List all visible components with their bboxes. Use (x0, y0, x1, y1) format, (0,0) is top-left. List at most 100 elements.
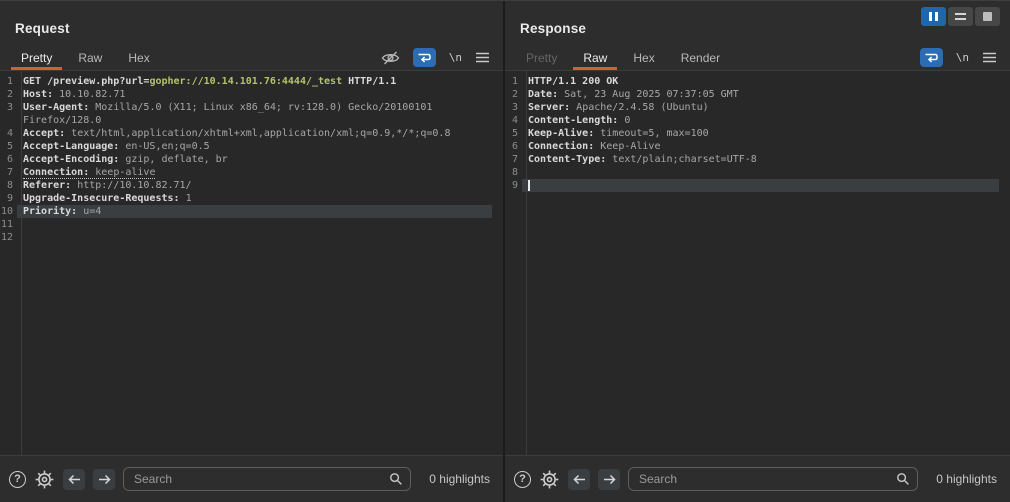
line-number: 12 (0, 232, 13, 243)
code-segment: Connection: (23, 167, 90, 178)
search-settings-gear-icon[interactable] (539, 469, 560, 490)
request-code: 1 GET /preview.php?url=gopher://10.14.101… (0, 75, 503, 244)
code-segment: Keep-Alive: (528, 128, 595, 139)
code-segment: Content-Type: (528, 154, 607, 165)
line-number: 8 (511, 167, 518, 178)
search-next-button[interactable] (93, 468, 115, 490)
code-segment: timeout=5, max=100 (594, 128, 709, 139)
search-next-button[interactable] (598, 468, 620, 490)
editor-menu-icon[interactable] (982, 51, 997, 64)
line-content (522, 166, 999, 179)
code-line: 5 Accept-Language: en-US,en;q=0.5 (0, 140, 503, 153)
newline-markers-toggle[interactable]: \n (449, 51, 462, 64)
tab-label: Pretty (21, 50, 53, 65)
line-content: Priority: u=4 (17, 205, 492, 218)
code-line: 9 (505, 179, 1010, 192)
pause-layout-button[interactable] (921, 7, 946, 26)
request-editor-toolbar: \n (381, 45, 503, 70)
line-content: Accept-Language: en-US,en;q=0.5 (17, 140, 492, 153)
line-number: 5 (6, 141, 13, 152)
search-previous-button[interactable] (63, 468, 85, 490)
tab-hex[interactable]: Hex (115, 45, 162, 70)
tab-hex[interactable]: Hex (620, 45, 667, 70)
search-settings-gear-icon[interactable] (34, 469, 55, 490)
word-wrap-toggle-icon[interactable] (919, 48, 943, 67)
code-segment: Referer: (23, 180, 72, 191)
line-number (0, 114, 17, 127)
line-number: 10 (0, 206, 13, 217)
code-line: 4 Content-Length: 0 (505, 114, 1010, 127)
code-segment: text/html,application/xhtml+xml,applicat… (65, 128, 451, 139)
highlights-count: 0 highlights (429, 472, 490, 486)
request-search-bar: ? Search 0 highlights (0, 455, 503, 502)
line-content: Host: 10.10.82.71 (17, 88, 492, 101)
line-content: Content-Length: 0 (522, 114, 999, 127)
code-segment: gopher://10.14.101.76:4444/_test (149, 76, 343, 87)
code-segment: GET /preview.php?url= (23, 76, 150, 87)
editor-menu-icon[interactable] (475, 51, 490, 64)
line-content: Upgrade-Insecure-Requests: 1 (17, 192, 492, 205)
line-number: 3 (511, 102, 518, 113)
code-line: Firefox/128.0 (0, 114, 503, 127)
gutter-divider (21, 71, 22, 455)
code-line: 6 Connection: Keep-Alive (505, 140, 1010, 153)
line-number: 2 (6, 89, 13, 100)
code-segment: gzip, deflate, br (119, 154, 228, 165)
code-segment: Upgrade-Insecure-Requests: (23, 193, 180, 204)
code-segment: Accept-Encoding: (23, 154, 120, 165)
code-segment: Mozilla/5.0 (X11; Linux x86_64; rv:128.0… (89, 102, 433, 113)
search-input[interactable] (628, 467, 919, 491)
request-title: Request (15, 21, 70, 36)
tab-label: Render (680, 50, 721, 65)
code-segment: u=4 (77, 206, 102, 217)
line-content: GET /preview.php?url=gopher://10.14.101.… (17, 75, 492, 88)
response-tabs: Pretty Raw Hex Render (513, 45, 733, 70)
code-segment: Date: (528, 89, 559, 100)
tab-pretty[interactable]: Pretty (8, 45, 65, 70)
code-line: 10 Priority: u=4 (0, 205, 503, 218)
search-previous-button[interactable] (568, 468, 590, 490)
tab-label: Hex (633, 50, 655, 65)
response-panel: Response Pretty Raw Hex Render \n 1 HTTP… (505, 1, 1010, 502)
code-segment: Accept-Language: (23, 141, 120, 152)
line-content: Accept: text/html,application/xhtml+xml,… (17, 127, 492, 140)
code-segment: Content-Length: (528, 115, 619, 126)
code-line: 12 (0, 231, 503, 244)
tab-render[interactable]: Render (668, 45, 733, 70)
code-line: 7 Content-Type: text/plain;charset=UTF-8 (505, 153, 1010, 166)
line-content: Keep-Alive: timeout=5, max=100 (522, 127, 999, 140)
line-number: 2 (511, 89, 518, 100)
help-icon[interactable]: ? (9, 470, 26, 488)
tab-label: Pretty (526, 50, 558, 65)
single-layout-button[interactable] (975, 7, 1000, 26)
square-icon (983, 12, 992, 21)
code-segment: Accept: (23, 128, 66, 139)
request-editor[interactable]: 1 GET /preview.php?url=gopher://10.14.101… (0, 71, 503, 455)
code-line: 2 Host: 10.10.82.71 (0, 88, 503, 101)
code-segment: Server: (528, 102, 571, 113)
tab-label: Raw (583, 50, 608, 65)
line-number: 7 (511, 154, 518, 165)
code-line: 9 Upgrade-Insecure-Requests: 1 (0, 192, 503, 205)
help-icon[interactable]: ? (514, 470, 531, 488)
search-field-wrapper (123, 467, 412, 491)
line-content: Connection: keep-alive (17, 166, 492, 179)
hide-nonprinting-eye-icon[interactable] (381, 50, 400, 66)
search-input[interactable] (123, 467, 412, 491)
rows-layout-button[interactable] (948, 7, 973, 26)
code-line: 1 GET /preview.php?url=gopher://10.14.101… (0, 75, 503, 88)
newline-markers-toggle[interactable]: \n (956, 51, 969, 64)
response-editor[interactable]: 1 HTTP/1.1 200 OK 2 Date: Sat, 23 Aug 2025 … (505, 71, 1010, 455)
line-number: 1 (511, 76, 518, 87)
search-magnifier-icon (896, 472, 910, 491)
code-segment: 0 (618, 115, 631, 126)
tab-raw[interactable]: Raw (65, 45, 115, 70)
word-wrap-toggle-icon[interactable] (412, 48, 436, 67)
response-code: 1 HTTP/1.1 200 OK 2 Date: Sat, 23 Aug 2025 … (505, 75, 1010, 192)
code-segment: 10.10.82.71 (53, 89, 126, 100)
code-segment: Firefox/128.0 (23, 115, 102, 126)
tab-raw[interactable]: Raw (570, 45, 620, 70)
code-segment: Sat, 23 Aug 2025 07:37:05 GMT (558, 89, 739, 100)
code-segment: 1 (179, 193, 192, 204)
line-content: Referer: http://10.10.82.71/ (17, 179, 492, 192)
